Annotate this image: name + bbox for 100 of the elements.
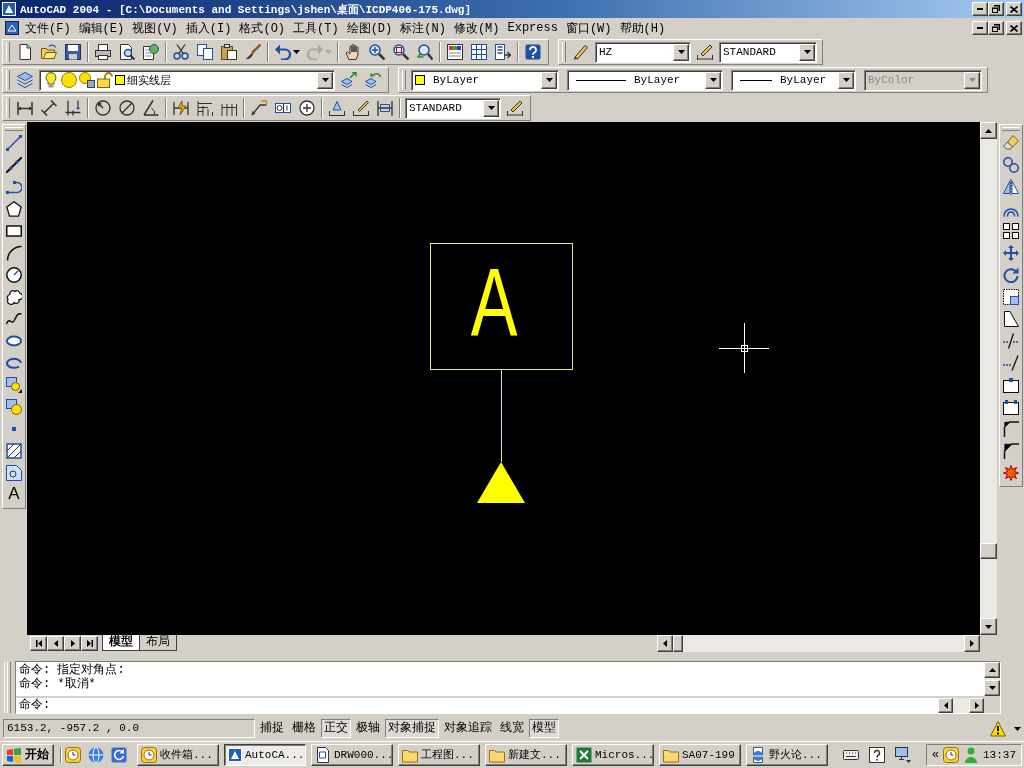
layout-tab[interactable]: 模型 — [102, 635, 140, 651]
box-marker-icon[interactable] — [1003, 377, 1019, 393]
dropdown-button[interactable] — [541, 71, 557, 89]
crossed-dashed-line-icon[interactable] — [1003, 333, 1019, 349]
app-logo-icon[interactable] — [2, 2, 16, 16]
dropdown-button[interactable] — [838, 71, 854, 89]
wavy-curve-icon[interactable] — [6, 311, 22, 327]
magnifier-plus-icon[interactable] — [369, 44, 385, 60]
menu-item[interactable]: 视图(V) — [128, 18, 182, 38]
tolerance-frame-icon[interactable] — [275, 100, 291, 116]
dimension-pen-icon[interactable] — [697, 44, 713, 60]
page-magnifier-icon[interactable] — [119, 44, 135, 60]
magnifier-square-icon[interactable] — [393, 44, 409, 60]
dropdown-button[interactable] — [705, 71, 721, 89]
vertical-scrollbar[interactable] — [980, 122, 997, 635]
help-icon[interactable] — [525, 44, 541, 60]
taskbar-button[interactable]: 收件箱... — [137, 743, 219, 766]
dimension-pen-icon[interactable] — [507, 100, 523, 116]
taskbar-button[interactable]: 新建文... — [485, 743, 567, 766]
drawing-canvas[interactable]: A — [27, 122, 980, 635]
taskbar-button[interactable]: Micros... — [572, 743, 654, 766]
clock-icon[interactable] — [943, 746, 959, 763]
dropdown-button[interactable] — [799, 43, 815, 61]
scroll-down-button[interactable] — [984, 680, 1000, 696]
next-tab-button[interactable] — [64, 636, 81, 651]
dimension-style-dropdown[interactable]: STANDARD — [405, 97, 501, 119]
warning-icon[interactable] — [990, 720, 1006, 737]
page-globe-icon[interactable] — [143, 44, 159, 60]
magnifier-arrow-icon[interactable] — [417, 44, 433, 60]
paintbrush-icon[interactable] — [245, 44, 261, 60]
circle-radius-icon[interactable] — [95, 100, 111, 116]
light-bulb-icon[interactable] — [43, 72, 59, 88]
close-button[interactable] — [1006, 21, 1022, 35]
ellipse-icon[interactable] — [6, 333, 22, 349]
menu-item[interactable]: 文件(F) — [21, 18, 75, 38]
scroll-up-button[interactable] — [980, 122, 997, 139]
menu-item[interactable]: 插入(I) — [181, 18, 236, 38]
last-tab-button[interactable] — [81, 636, 98, 651]
scroll-right-button[interactable] — [969, 698, 984, 713]
status-toggle-button[interactable]: 栅格 — [289, 719, 319, 738]
menu-item[interactable]: 工具(T) — [289, 18, 343, 38]
ordinate-dimension-icon[interactable] — [65, 100, 81, 116]
horizontal-scrollbar[interactable] — [657, 635, 980, 652]
dropdown-button[interactable] — [673, 43, 689, 61]
status-toggle-button[interactable]: 正交 — [321, 719, 351, 738]
taskbar-button[interactable]: 野火论... — [746, 743, 828, 766]
dropdown-button[interactable] — [483, 99, 499, 117]
open-folder-icon[interactable] — [41, 44, 57, 60]
close-button[interactable] — [1006, 2, 1022, 16]
taskbar-button[interactable]: DRW000... — [311, 743, 393, 766]
scroll-left-button[interactable] — [657, 635, 673, 652]
status-toggle-button[interactable]: 对象追踪 — [441, 719, 495, 738]
globe-icon[interactable] — [88, 746, 104, 763]
undo-arrow-icon[interactable] — [275, 44, 291, 60]
dock-grip[interactable] — [4, 662, 11, 713]
lineweight-dropdown[interactable]: ByLayer — [731, 69, 856, 91]
circle-diameter-icon[interactable] — [119, 100, 135, 116]
panel-arrow-icon[interactable] — [495, 44, 511, 60]
help-icon[interactable] — [869, 746, 885, 763]
clock-icon[interactable] — [65, 746, 81, 763]
horizontal-dimension-icon[interactable] — [17, 100, 33, 116]
cut-corner-tile-icon[interactable] — [6, 465, 22, 481]
rectangle-icon[interactable] — [6, 223, 22, 239]
open-padlock-icon[interactable] — [97, 72, 113, 88]
restore-button[interactable] — [988, 2, 1004, 16]
scale-squares-icon[interactable] — [1003, 289, 1019, 305]
arc-icon[interactable] — [6, 245, 22, 261]
scroll-down-button[interactable] — [980, 618, 997, 635]
polyline-icon[interactable] — [6, 179, 22, 195]
stacked-sheets-icon[interactable] — [17, 72, 33, 88]
menu-item[interactable]: 标注(N) — [396, 18, 450, 38]
cloud-icon[interactable] — [6, 289, 22, 305]
command-input-field[interactable]: 命令: — [16, 698, 938, 713]
scissors-icon[interactable] — [173, 44, 189, 60]
document-icon[interactable] — [5, 21, 19, 35]
color-grid-icon[interactable] — [447, 44, 463, 60]
box-two-markers-icon[interactable] — [1003, 399, 1019, 415]
first-tab-button[interactable] — [30, 636, 47, 651]
scroll-up-button[interactable] — [984, 662, 1000, 678]
grid-panel-icon[interactable] — [471, 44, 487, 60]
printer-icon[interactable] — [95, 44, 111, 60]
hand-icon[interactable] — [345, 44, 361, 60]
diagonal-dimension-icon[interactable] — [41, 100, 57, 116]
dashed-line-slash-icon[interactable] — [1003, 355, 1019, 371]
two-circles-icon[interactable] — [1003, 157, 1019, 173]
sheets-curved-arrow-icon[interactable] — [365, 72, 381, 88]
menu-item[interactable]: 帮助(H) — [615, 18, 670, 38]
sun-icon[interactable] — [61, 72, 77, 88]
taskbar-button[interactable]: SA07-199 — [659, 743, 741, 766]
blank-page-icon[interactable] — [17, 44, 33, 60]
menu-item[interactable]: 窗口(W) — [561, 18, 616, 38]
menu-item[interactable]: Express — [503, 20, 562, 36]
caret-icon[interactable] — [1014, 726, 1021, 731]
minimize-button[interactable] — [972, 2, 988, 16]
eraser-icon[interactable] — [1003, 135, 1019, 151]
scroll-thumb[interactable] — [980, 543, 997, 559]
menu-item[interactable]: 修改(M) — [449, 18, 504, 38]
circle-arrow-tile-icon[interactable] — [111, 746, 127, 763]
pen-icon[interactable] — [573, 44, 589, 60]
status-toggle-button[interactable]: 模型 — [529, 719, 559, 738]
